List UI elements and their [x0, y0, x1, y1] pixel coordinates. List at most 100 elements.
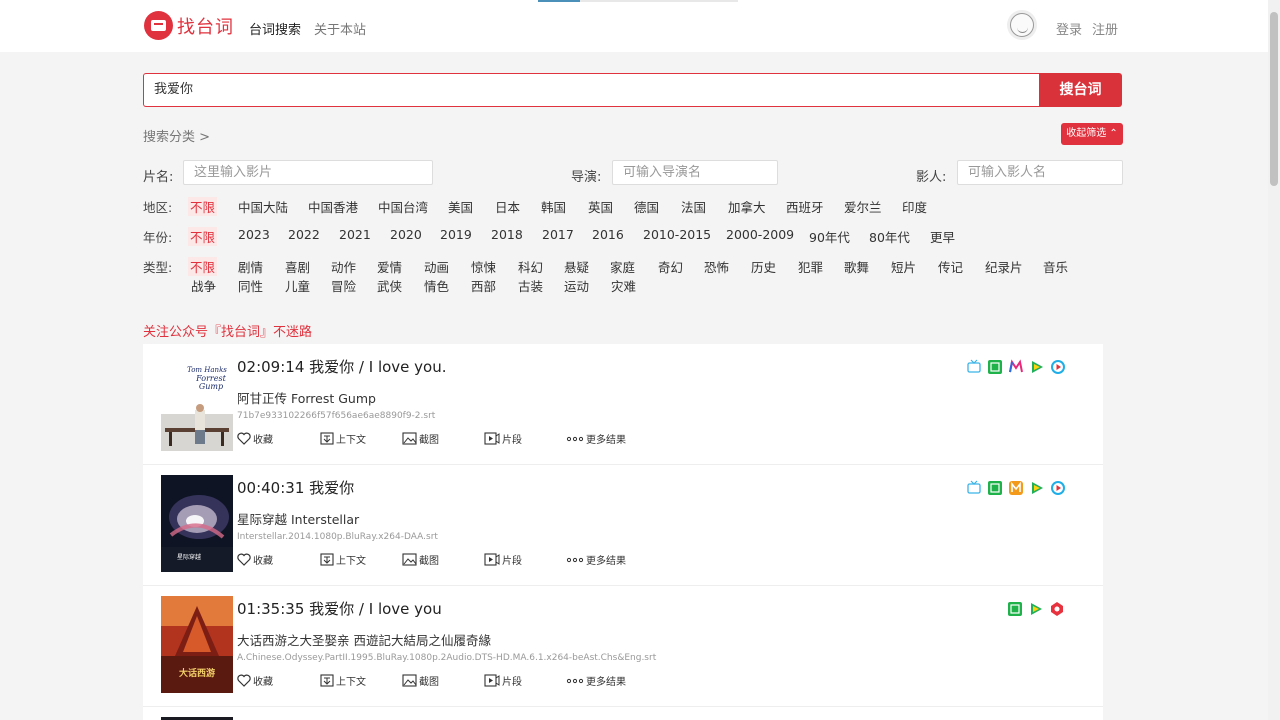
- filter-option[interactable]: 历史: [751, 257, 776, 276]
- more-results-button[interactable]: 更多结果: [566, 431, 626, 446]
- filter-option[interactable]: 古装: [518, 276, 543, 295]
- nav-subtitle-search[interactable]: 台词搜索: [249, 19, 301, 38]
- filter-option[interactable]: 2020: [390, 227, 422, 242]
- scrollbar-thumb[interactable]: [1270, 12, 1278, 186]
- filter-option[interactable]: 不限: [188, 227, 218, 246]
- filter-option[interactable]: 80年代: [869, 227, 910, 246]
- filter-option[interactable]: 中国香港: [308, 197, 358, 216]
- movie-poster-chinese-odyssey[interactable]: 大话西游: [161, 596, 233, 693]
- filter-option[interactable]: 2010-2015: [643, 227, 711, 242]
- search-button[interactable]: 搜台词: [1039, 73, 1122, 107]
- avatar-icon[interactable]: [1010, 13, 1034, 37]
- filter-option[interactable]: 美国: [448, 197, 473, 216]
- filter-option[interactable]: 悬疑: [564, 257, 589, 276]
- actor-input[interactable]: 可输入影人名: [957, 160, 1123, 185]
- filter-option[interactable]: 2018: [491, 227, 523, 242]
- clip-button[interactable]: 片段: [484, 431, 522, 446]
- movie-poster-forrest-gump[interactable]: Tom Hanks Forrest Gump: [161, 354, 233, 451]
- filter-option[interactable]: 西部: [471, 276, 496, 295]
- filter-option[interactable]: 传记: [938, 257, 963, 276]
- site-logo[interactable]: 找台词: [144, 11, 234, 40]
- screenshot-button[interactable]: 截图: [402, 431, 439, 446]
- search-input[interactable]: 我爱你: [143, 73, 1039, 107]
- filter-option[interactable]: 战争: [191, 276, 216, 295]
- filter-option[interactable]: 更早: [930, 227, 955, 246]
- filter-option[interactable]: 德国: [634, 197, 659, 216]
- filter-option[interactable]: 动作: [331, 257, 356, 276]
- context-button[interactable]: 上下文: [320, 552, 366, 567]
- film-name-input[interactable]: 这里输入影片: [183, 160, 433, 185]
- filter-option[interactable]: 动画: [424, 257, 449, 276]
- login-link[interactable]: 登录: [1056, 19, 1082, 38]
- mgtv-orange-icon[interactable]: [1008, 480, 1024, 496]
- filter-option[interactable]: 同性: [238, 276, 263, 295]
- tencent-icon[interactable]: [1029, 480, 1045, 496]
- filter-option[interactable]: 2019: [440, 227, 472, 242]
- filter-option[interactable]: 韩国: [541, 197, 566, 216]
- tencent-icon[interactable]: [1028, 601, 1044, 617]
- context-button[interactable]: 上下文: [320, 673, 366, 688]
- filter-option[interactable]: 儿童: [285, 276, 310, 295]
- director-input[interactable]: 可输入导演名: [612, 160, 778, 185]
- filter-option[interactable]: 爱情: [377, 257, 402, 276]
- more-results-button[interactable]: 更多结果: [566, 552, 626, 567]
- filter-option[interactable]: 纪录片: [985, 257, 1023, 276]
- filter-option[interactable]: 西班牙: [786, 197, 824, 216]
- filter-option[interactable]: 运动: [564, 276, 589, 295]
- filter-option[interactable]: 灾难: [611, 276, 636, 295]
- subtitle-line[interactable]: 01:35:35 我爱你 / I love you: [237, 598, 442, 619]
- collapse-filter-button[interactable]: 收起筛选 ⌃: [1061, 123, 1123, 145]
- movie-title[interactable]: 大话西游之大圣娶亲 西遊記大結局之仙履奇緣: [237, 630, 491, 649]
- favorite-button[interactable]: 收藏: [237, 673, 273, 688]
- movie-title[interactable]: 星际穿越 Interstellar: [237, 509, 359, 528]
- favorite-button[interactable]: 收藏: [237, 552, 273, 567]
- mgtv-icon[interactable]: [1008, 359, 1024, 375]
- favorite-button[interactable]: 收藏: [237, 431, 273, 446]
- clip-button[interactable]: 片段: [484, 673, 522, 688]
- filter-option[interactable]: 冒险: [331, 276, 356, 295]
- filter-option[interactable]: 爱尔兰: [844, 197, 882, 216]
- page-scrollbar[interactable]: [1268, 0, 1280, 720]
- filter-option[interactable]: 奇幻: [658, 257, 683, 276]
- youku-icon[interactable]: [1050, 359, 1066, 375]
- movie-title[interactable]: 阿甘正传 Forrest Gump: [237, 388, 376, 407]
- filter-option[interactable]: 不限: [188, 257, 218, 276]
- filter-option[interactable]: 惊悚: [471, 257, 496, 276]
- context-button[interactable]: 上下文: [320, 431, 366, 446]
- filter-option[interactable]: 中国台湾: [378, 197, 428, 216]
- filter-option[interactable]: 情色: [424, 276, 449, 295]
- screenshot-button[interactable]: 截图: [402, 673, 439, 688]
- filter-option[interactable]: 中国大陆: [238, 197, 288, 216]
- filter-option[interactable]: 音乐: [1043, 257, 1068, 276]
- iqiyi-icon[interactable]: [987, 480, 1003, 496]
- filter-option[interactable]: 不限: [188, 197, 218, 216]
- filter-option[interactable]: 2022: [288, 227, 320, 242]
- filter-option[interactable]: 90年代: [809, 227, 850, 246]
- filter-option[interactable]: 英国: [588, 197, 613, 216]
- nav-about[interactable]: 关于本站: [314, 19, 366, 38]
- filter-option[interactable]: 2023: [238, 227, 270, 242]
- bilibili-icon[interactable]: [1049, 601, 1065, 617]
- screenshot-button[interactable]: 截图: [402, 552, 439, 567]
- tv-icon[interactable]: [966, 480, 982, 496]
- filter-option[interactable]: 2000-2009: [726, 227, 794, 242]
- iqiyi-icon[interactable]: [987, 359, 1003, 375]
- tencent-icon[interactable]: [1029, 359, 1045, 375]
- filter-option[interactable]: 2017: [542, 227, 574, 242]
- clip-button[interactable]: 片段: [484, 552, 522, 567]
- filter-option[interactable]: 剧情: [238, 257, 263, 276]
- filter-option[interactable]: 科幻: [518, 257, 543, 276]
- filter-option[interactable]: 日本: [495, 197, 520, 216]
- subtitle-line[interactable]: 00:40:31 我爱你: [237, 477, 354, 498]
- register-link[interactable]: 注册: [1092, 19, 1118, 38]
- filter-option[interactable]: 法国: [681, 197, 706, 216]
- filter-option[interactable]: 2016: [592, 227, 624, 242]
- filter-option[interactable]: 恐怖: [704, 257, 729, 276]
- filter-option[interactable]: 2021: [339, 227, 371, 242]
- filter-option[interactable]: 歌舞: [844, 257, 869, 276]
- filter-option[interactable]: 短片: [891, 257, 916, 276]
- more-results-button[interactable]: 更多结果: [566, 673, 626, 688]
- filter-option[interactable]: 武侠: [377, 276, 402, 295]
- iqiyi-icon[interactable]: [1007, 601, 1023, 617]
- filter-option[interactable]: 印度: [902, 197, 927, 216]
